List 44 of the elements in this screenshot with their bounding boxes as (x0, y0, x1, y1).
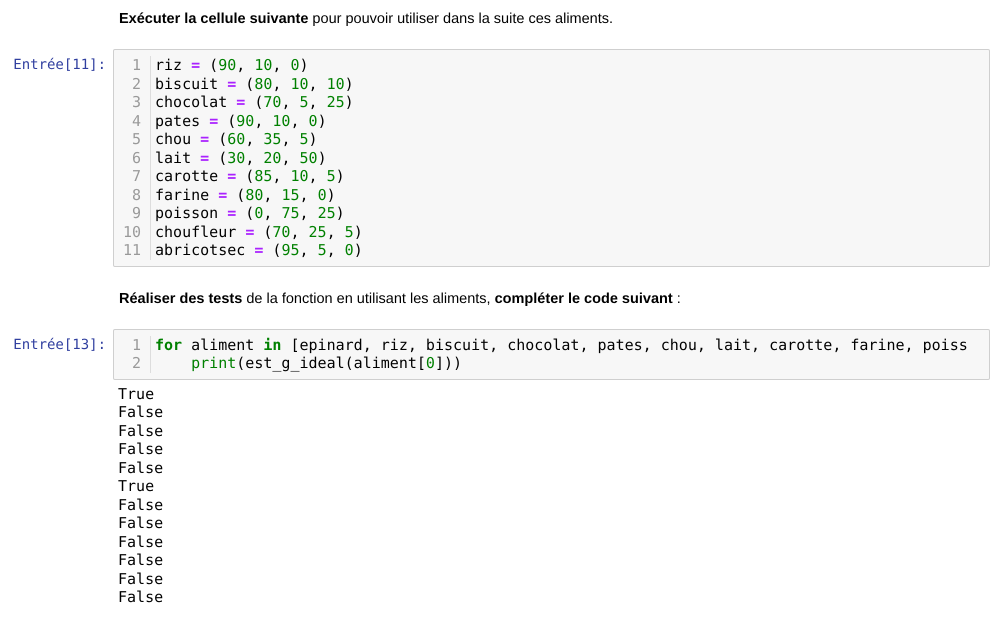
code-line: carotte = (85, 10, 5) (155, 167, 346, 186)
code-line: chocolat = (70, 5, 25) (155, 93, 355, 112)
line-number: 3 (132, 93, 141, 112)
code-editor[interactable] (113, 49, 990, 266)
line-number: 1 (132, 336, 141, 354)
input-prompt: Entrée[13]: (13, 336, 106, 354)
line-number: 5 (132, 130, 141, 148)
line-number: 2 (132, 74, 141, 93)
instruction-text: Exécuter la cellule suivante pour pouvoir utiliser dans la suite ces aliments. (118, 10, 614, 29)
output-line: False (118, 496, 164, 514)
output-line: False (118, 514, 164, 532)
line-number: 8 (132, 186, 141, 204)
line-number: 2 (132, 354, 141, 372)
output-line: False (118, 403, 164, 422)
output-line: True (118, 384, 156, 403)
output-line: False (118, 532, 164, 551)
line-number: 6 (132, 148, 141, 167)
code-line: biscuit = (80, 10, 10) (155, 74, 355, 93)
line-number: 11 (122, 241, 141, 260)
code-line: abricotsec = (95, 5, 0) (155, 241, 363, 260)
line-number: 7 (132, 167, 141, 186)
output-line: False (118, 422, 164, 440)
code-line: choufleur = (70, 25, 5) (155, 222, 363, 241)
line-number: 9 (132, 204, 141, 222)
code-line: pates = (90, 10, 0) (155, 112, 328, 130)
code-line: print(est_g_ideal(aliment[0])) (190, 354, 464, 372)
output-line: False (118, 588, 164, 606)
output-line: False (118, 570, 164, 588)
line-number: 10 (122, 222, 141, 241)
output-line: False (118, 440, 164, 458)
code-line: poisson = (0, 75, 25) (155, 204, 346, 222)
line-number: 1 (132, 56, 141, 74)
input-prompt: Entrée[11]: (13, 56, 106, 74)
output-line: False (118, 551, 164, 570)
output-line: False (118, 458, 164, 477)
code-editor[interactable]: 1 2 for aliment in [epinard, riz, biscuit, chocolat, pates, chou, lait, carotte, farine, poiss print(est_g_ideal(aliment[0])) (113, 328, 990, 380)
line-number: 4 (132, 112, 141, 130)
code-line: for aliment in [epinard, riz, biscuit, chocolat, pates, chou, lait, carotte, farine, poiss (155, 336, 968, 354)
code-line: chou = (60, 35, 5) (155, 130, 319, 148)
code-line: riz = (90, 10, 0) (155, 56, 310, 74)
instruction-text: Réaliser des tests de la fonction en utilisant les aliments, compléter le code suivant : (118, 290, 682, 308)
code-line: farine = (80, 15, 0) (155, 186, 337, 204)
code-line: lait = (30, 20, 50) (155, 148, 328, 167)
output-line: True (118, 477, 156, 496)
